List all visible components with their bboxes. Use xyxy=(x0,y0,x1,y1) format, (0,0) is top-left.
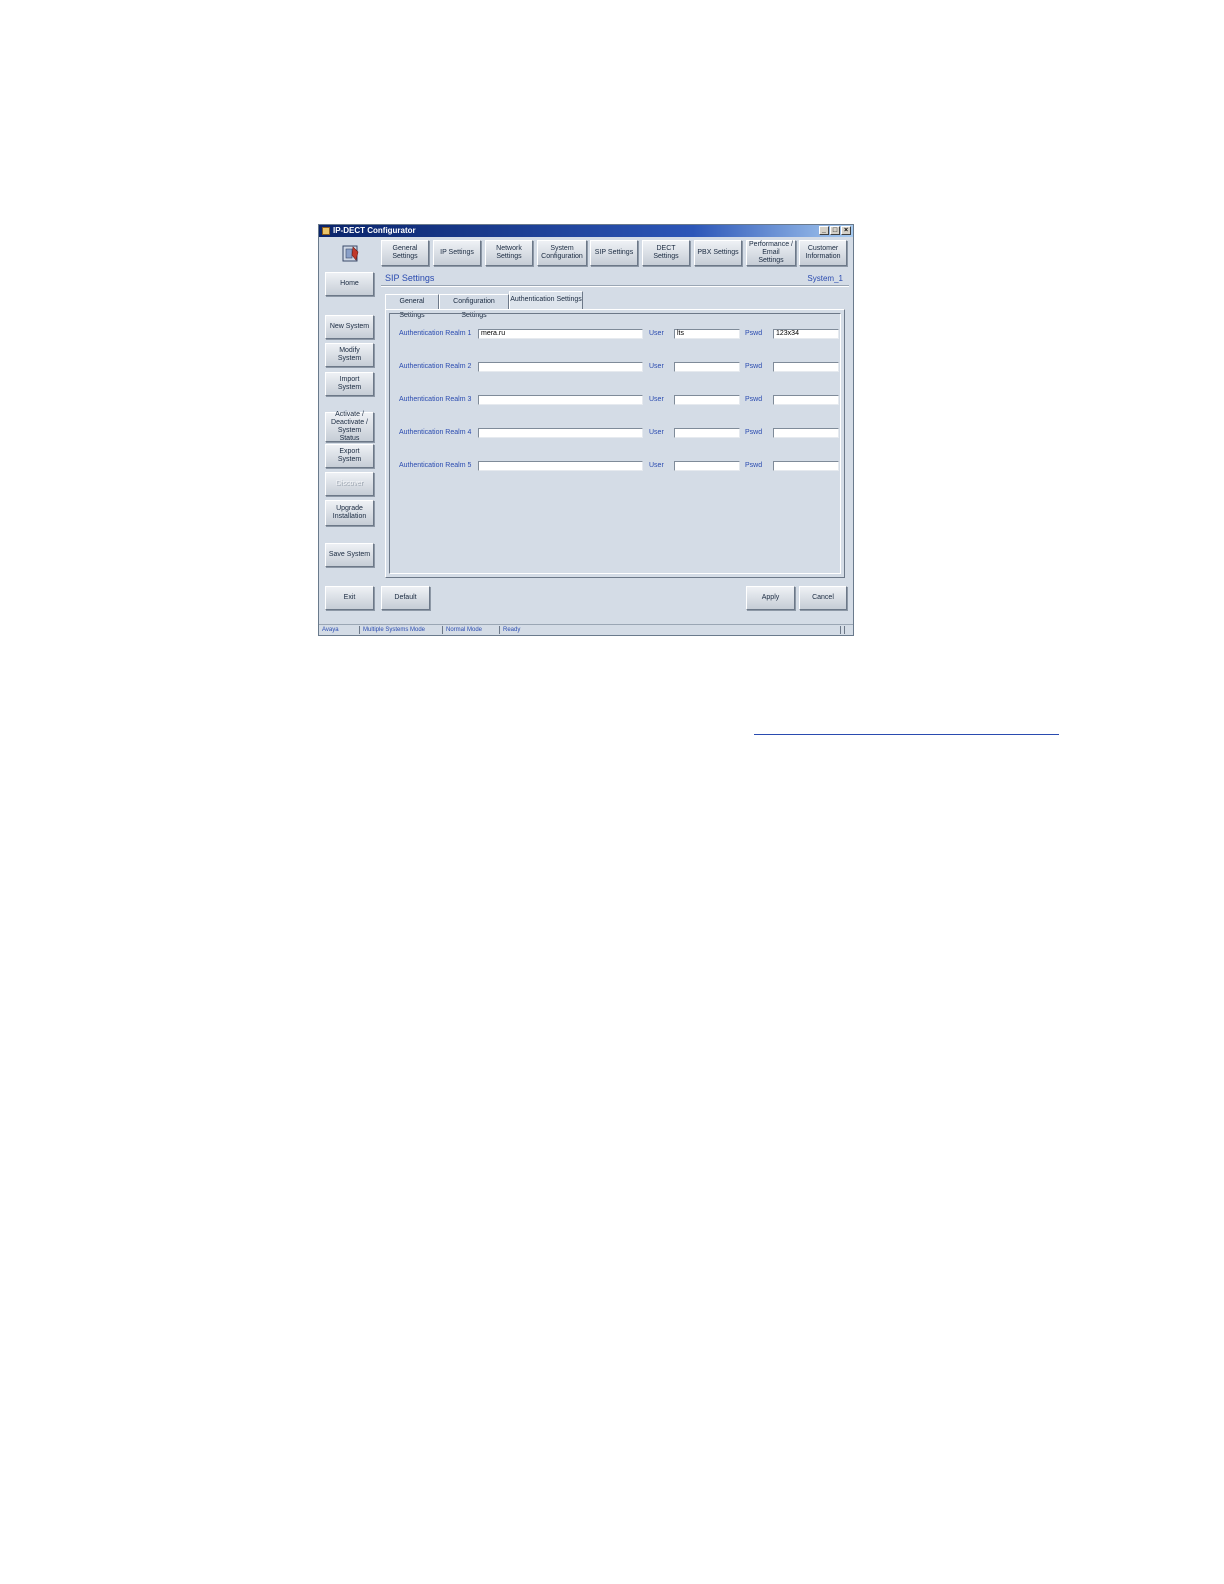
app-icon xyxy=(322,227,330,235)
user-1-label: User xyxy=(649,330,664,337)
pswd-1-label: Pswd xyxy=(745,330,763,337)
system-name: System_1 xyxy=(807,274,843,283)
realm-2-input[interactable] xyxy=(478,362,643,372)
pswd-2-label: Pswd xyxy=(745,363,763,370)
authentication-settings-frame: Authentication Realm 1 mera.ru User lts … xyxy=(389,313,841,574)
network-settings-button[interactable]: Network Settings xyxy=(485,240,533,266)
performance-email-settings-button[interactable]: Performance / Email Settings xyxy=(746,240,796,266)
default-button[interactable]: Default xyxy=(381,586,430,610)
user-4-label: User xyxy=(649,429,664,436)
configurator-window: IP-DECT Configurator _ □ × General Setti… xyxy=(318,224,854,636)
pswd-4-label: Pswd xyxy=(745,429,763,436)
pswd-1-input[interactable]: 123x34 xyxy=(773,329,839,339)
close-button[interactable]: × xyxy=(841,226,851,235)
pbx-settings-button[interactable]: PBX Settings xyxy=(694,240,742,266)
window-title: IP-DECT Configurator xyxy=(333,226,416,235)
status-separator xyxy=(499,626,500,634)
realm-4-label: Authentication Realm 4 xyxy=(399,429,472,436)
pswd-5-input[interactable] xyxy=(773,461,839,471)
realm-1-input[interactable]: mera.ru xyxy=(478,329,643,339)
new-system-button[interactable]: New System xyxy=(325,315,374,339)
pswd-5-label: Pswd xyxy=(745,462,763,469)
user-2-label: User xyxy=(649,363,664,370)
dect-settings-button[interactable]: DECT Settings xyxy=(642,240,690,266)
sip-settings-button[interactable]: SIP Settings xyxy=(590,240,638,266)
divider xyxy=(381,285,849,287)
status-operation-mode: Normal Mode xyxy=(446,627,483,633)
general-settings-button[interactable]: General Settings xyxy=(381,240,429,266)
user-5-label: User xyxy=(649,462,664,469)
export-system-button[interactable]: Export System xyxy=(325,444,374,468)
realm-3-label: Authentication Realm 3 xyxy=(399,396,472,403)
status-vendor: Avaya xyxy=(322,627,339,633)
disabled-sidebar-button: Discover xyxy=(325,472,374,496)
tab-configuration-settings[interactable]: Configuration Settings xyxy=(439,294,509,319)
user-3-input[interactable] xyxy=(674,395,740,405)
system-configuration-button[interactable]: System Configuration xyxy=(537,240,587,266)
realm-1-label: Authentication Realm 1 xyxy=(399,330,472,337)
apply-button[interactable]: Apply xyxy=(746,586,795,610)
authentication-settings-content: Authentication Realm 1 mera.ru User lts … xyxy=(385,309,845,578)
pswd-3-label: Pswd xyxy=(745,396,763,403)
status-bar: Avaya Multiple Systems Mode Normal Mode … xyxy=(319,624,853,635)
pswd-2-input[interactable] xyxy=(773,362,839,372)
realm-5-input[interactable] xyxy=(478,461,643,471)
home-button[interactable]: Home xyxy=(325,272,374,296)
sip-settings-panel: SIP Settings System_1 General Settings C… xyxy=(381,269,849,581)
user-3-label: User xyxy=(649,396,664,403)
link-underline xyxy=(754,734,1059,735)
status-systems-mode: Multiple Systems Mode xyxy=(363,627,426,633)
user-2-input[interactable] xyxy=(674,362,740,372)
status-separator xyxy=(359,626,360,634)
maximize-button[interactable]: □ xyxy=(830,226,840,235)
save-system-button[interactable]: Save System xyxy=(325,543,374,567)
realm-5-label: Authentication Realm 5 xyxy=(399,462,472,469)
customer-information-button[interactable]: Customer Information xyxy=(799,240,847,266)
panel-title: SIP Settings xyxy=(385,273,435,283)
window-controls: _ □ × xyxy=(819,226,851,235)
tab-general-settings[interactable]: General Settings xyxy=(385,294,439,319)
resize-grip-icon[interactable] xyxy=(840,626,845,634)
tab-authentication-settings[interactable]: Authentication Settings xyxy=(509,291,583,309)
pswd-4-input[interactable] xyxy=(773,428,839,438)
user-4-input[interactable] xyxy=(674,428,740,438)
cancel-button[interactable]: Cancel xyxy=(799,586,847,610)
ip-settings-button[interactable]: IP Settings xyxy=(433,240,481,266)
user-1-input[interactable]: lts xyxy=(674,329,740,339)
realm-2-label: Authentication Realm 2 xyxy=(399,363,472,370)
import-system-button[interactable]: Import System xyxy=(325,372,374,396)
status-separator xyxy=(442,626,443,634)
exit-button[interactable]: Exit xyxy=(325,586,374,610)
upgrade-installation-button[interactable]: Upgrade Installation xyxy=(325,500,374,526)
activate-deactivate-status-button[interactable]: Activate / Deactivate / System Status xyxy=(325,411,374,442)
pswd-3-input[interactable] xyxy=(773,395,839,405)
status-ready: Ready xyxy=(503,627,521,633)
title-bar[interactable]: IP-DECT Configurator _ □ × xyxy=(319,225,853,237)
app-logo-icon xyxy=(342,245,359,262)
user-5-input[interactable] xyxy=(674,461,740,471)
modify-system-button[interactable]: Modify System xyxy=(325,343,374,367)
minimize-button[interactable]: _ xyxy=(819,226,829,235)
realm-4-input[interactable] xyxy=(478,428,643,438)
realm-3-input[interactable] xyxy=(478,395,643,405)
